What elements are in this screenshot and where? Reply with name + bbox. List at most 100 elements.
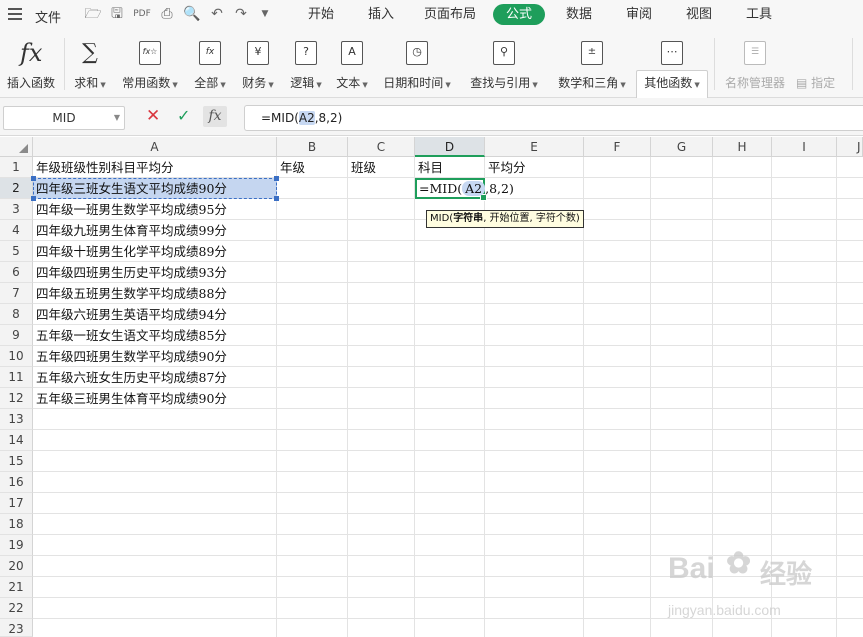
cell-d1[interactable]: 科目 xyxy=(415,157,443,178)
row-header-11[interactable]: 11 xyxy=(0,367,33,388)
function-book-icon: fx xyxy=(199,41,221,65)
insert-fx-button[interactable]: fx xyxy=(203,106,227,127)
cell-a4[interactable]: 四年级九班男生体育平均成绩99分 xyxy=(33,220,227,241)
tab-formulas[interactable]: 公式 xyxy=(493,4,545,25)
cell-b1[interactable]: 年级 xyxy=(277,157,305,178)
all-functions-button[interactable]: fx 全部 ▼ xyxy=(188,30,232,96)
row-header-23[interactable]: 23 xyxy=(0,619,33,637)
tab-tools[interactable]: 工具 xyxy=(738,4,780,25)
other-functions-button[interactable]: ⋯ 其他函数 ▼ xyxy=(636,30,708,96)
print-icon[interactable]: ⎙ xyxy=(158,6,176,23)
row-header-18[interactable]: 18 xyxy=(0,514,33,535)
cell-a7[interactable]: 四年级五班男生数学平均成绩88分 xyxy=(33,283,227,304)
row-header-7[interactable]: 7 xyxy=(0,283,33,304)
col-header-b[interactable]: B xyxy=(277,137,348,157)
cell-a11[interactable]: 五年级六班女生历史平均成绩87分 xyxy=(33,367,227,388)
open-folder-icon[interactable]: 🗁 xyxy=(84,6,102,23)
tab-view[interactable]: 视图 xyxy=(678,4,720,25)
row-header-13[interactable]: 13 xyxy=(0,409,33,430)
row-header-9[interactable]: 9 xyxy=(0,325,33,346)
file-menu[interactable]: 文件 xyxy=(35,7,61,26)
cell-a9[interactable]: 五年级一班女生语文平均成绩85分 xyxy=(33,325,227,346)
row-header-16[interactable]: 16 xyxy=(0,472,33,493)
cell-a1[interactable]: 年级班级性别科目平均分 xyxy=(33,157,174,178)
row-header-19[interactable]: 19 xyxy=(0,535,33,556)
question-icon: ? xyxy=(295,41,317,65)
row-header-5[interactable]: 5 xyxy=(0,241,33,262)
redo-icon[interactable]: ↷ xyxy=(232,6,250,23)
tab-review[interactable]: 审阅 xyxy=(618,4,660,25)
col-header-a[interactable]: A xyxy=(33,137,277,157)
common-functions-button[interactable]: fx☆ 常用函数 ▼ xyxy=(116,30,184,96)
lookup-reference-button[interactable]: ⚲ 查找与引用 ▼ xyxy=(464,30,544,96)
cell-a10[interactable]: 五年级四班男生数学平均成绩90分 xyxy=(33,346,227,367)
col-header-j[interactable]: J xyxy=(837,137,863,157)
print-preview-icon[interactable]: 🔍 xyxy=(183,6,201,23)
cell-a6[interactable]: 四年级四班男生历史平均成绩93分 xyxy=(33,262,227,283)
cell-a5[interactable]: 四年级十班男生化学平均成绩89分 xyxy=(33,241,227,262)
tab-data[interactable]: 数据 xyxy=(558,4,600,25)
clock-icon: ◷ xyxy=(406,41,428,65)
row-header-21[interactable]: 21 xyxy=(0,577,33,598)
save-icon[interactable]: 🖫 xyxy=(108,6,126,23)
cell-a12[interactable]: 五年级三班男生体育平均成绩90分 xyxy=(33,388,227,409)
more-dots-icon: ⋯ xyxy=(661,41,683,65)
menu-bar: 文件 🗁 🖫 PDF ⎙ 🔍 ↶ ↷ ▼ 开始 插入 页面布局 公式 数据 审阅… xyxy=(0,0,863,30)
datetime-button[interactable]: ◷ 日期和时间 ▼ xyxy=(378,30,456,96)
cell-a8[interactable]: 四年级六班男生英语平均成绩94分 xyxy=(33,304,227,325)
undo-icon[interactable]: ↶ xyxy=(208,6,226,23)
cell-e1[interactable]: 平均分 xyxy=(485,157,526,178)
row-header-10[interactable]: 10 xyxy=(0,346,33,367)
export-pdf-icon[interactable]: PDF xyxy=(133,6,151,23)
formula-bar: MID ▼ ✕ ✓ fx =MID(A2,8,2) xyxy=(0,98,863,136)
confirm-check-icon[interactable]: ✓ xyxy=(177,106,190,125)
name-manager-button[interactable]: ☰ 名称管理器 xyxy=(720,30,790,96)
row-header-14[interactable]: 14 xyxy=(0,430,33,451)
col-header-f[interactable]: F xyxy=(584,137,651,157)
customize-chevron-icon[interactable]: ▼ xyxy=(256,6,274,23)
range-handle[interactable] xyxy=(274,176,279,181)
col-header-i[interactable]: I xyxy=(772,137,837,157)
range-handle[interactable] xyxy=(274,196,279,201)
chevron-down-icon[interactable]: ▼ xyxy=(114,107,120,129)
finance-button[interactable]: ¥ 财务 ▼ xyxy=(236,30,280,96)
row-header-3[interactable]: 3 xyxy=(0,199,33,220)
cell-c1[interactable]: 班级 xyxy=(348,157,376,178)
tab-home[interactable]: 开始 xyxy=(298,4,344,25)
select-all-corner[interactable] xyxy=(0,137,33,157)
autosum-button[interactable]: ∑ 求和 ▼ xyxy=(68,30,112,96)
formula-input[interactable]: =MID(A2,8,2) xyxy=(244,105,863,131)
insert-function-button[interactable]: fx 插入函数 xyxy=(2,30,60,96)
assign-name-button[interactable]: ▤ 指定 xyxy=(796,74,835,91)
row-header-1[interactable]: 1 xyxy=(0,157,33,178)
cell-d2-formula[interactable]: =MID(A2,8,2) xyxy=(416,178,514,199)
row-header-12[interactable]: 12 xyxy=(0,388,33,409)
row-header-8[interactable]: 8 xyxy=(0,304,33,325)
name-box[interactable]: MID ▼ xyxy=(3,106,125,130)
col-header-h[interactable]: H xyxy=(713,137,772,157)
row-header-22[interactable]: 22 xyxy=(0,598,33,619)
col-header-g[interactable]: G xyxy=(651,137,713,157)
math-trig-button[interactable]: ± 数学和三角 ▼ xyxy=(552,30,632,96)
logic-button[interactable]: ? 逻辑 ▼ xyxy=(284,30,328,96)
row-header-6[interactable]: 6 xyxy=(0,262,33,283)
row-header-15[interactable]: 15 xyxy=(0,451,33,472)
paw-icon: ✿ xyxy=(726,547,752,580)
col-header-c[interactable]: C xyxy=(348,137,415,157)
col-header-d[interactable]: D xyxy=(415,137,485,157)
name-manager-icon: ☰ xyxy=(744,41,766,65)
tab-insert[interactable]: 插入 xyxy=(360,4,402,25)
cell-a2[interactable]: 四年级三班女生语文平均成绩90分 xyxy=(33,178,227,199)
text-functions-button[interactable]: A 文本 ▼ xyxy=(330,30,374,96)
yen-icon: ¥ xyxy=(247,41,269,65)
row-header-20[interactable]: 20 xyxy=(0,556,33,577)
cancel-icon[interactable]: ✕ xyxy=(146,106,160,126)
row-header-4[interactable]: 4 xyxy=(0,220,33,241)
tab-page-layout[interactable]: 页面布局 xyxy=(418,4,482,25)
assign-icon: ▤ xyxy=(796,76,812,90)
cell-a3[interactable]: 四年级一班男生数学平均成绩95分 xyxy=(33,199,227,220)
col-header-e[interactable]: E xyxy=(485,137,584,157)
row-header-17[interactable]: 17 xyxy=(0,493,33,514)
menu-icon[interactable] xyxy=(8,8,22,20)
row-header-2[interactable]: 2 xyxy=(0,178,33,199)
